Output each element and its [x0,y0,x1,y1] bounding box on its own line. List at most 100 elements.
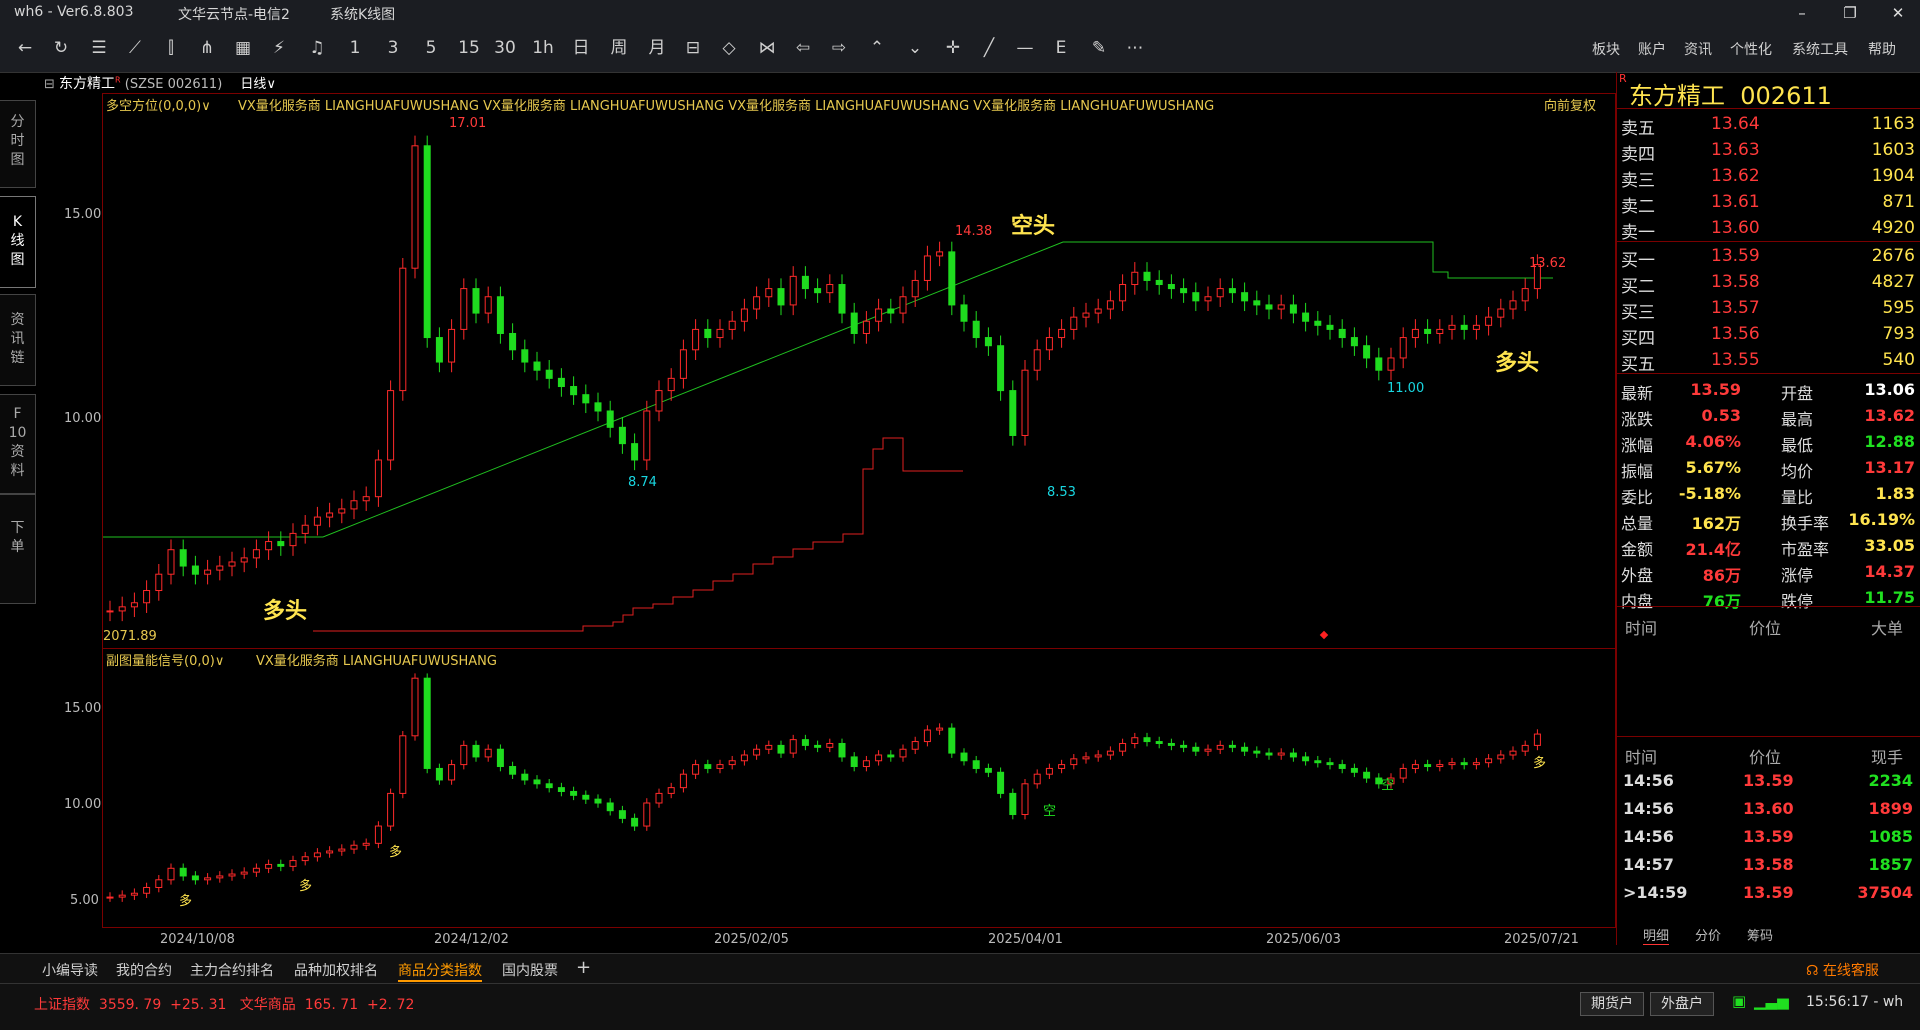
candle-body [460,288,468,330]
candle-body [850,312,858,334]
down-icon[interactable]: ⌄ [900,35,930,61]
candle-body [1021,783,1029,816]
period-15[interactable]: 15 [454,35,484,61]
candle-body [374,825,382,844]
bid-row[interactable]: 买一 13.59 2676 [1617,244,1917,271]
period-1h[interactable]: 1h [528,35,558,61]
label-start-low: 2071.89 [103,629,157,644]
menu-help[interactable]: 帮助 [1868,39,1896,59]
right-arrow-icon[interactable]: ⇨ [824,35,854,61]
period-5[interactable]: 5 [416,35,446,61]
menu-tools[interactable]: 系统工具 [1792,39,1848,59]
period-1[interactable]: 1 [340,35,370,61]
menu-news[interactable]: 资讯 [1684,39,1712,59]
tab-chips[interactable]: 筹码 [1747,925,1773,944]
candle-body [1460,762,1468,766]
more-icon[interactable]: ⋯ [1120,35,1150,61]
candle-icon[interactable]: ⫿ [156,35,186,61]
bid-row[interactable]: 买二 13.58 4827 [1617,270,1917,297]
candle-body [1106,300,1114,310]
period-week[interactable]: 周 [604,35,634,61]
bid-row[interactable]: 买四 13.56 793 [1617,322,1917,349]
bell-icon[interactable]: ♫ [302,35,332,61]
candle-body [350,500,358,510]
line-chart-icon[interactable]: ⟋ [120,35,150,61]
candle-body [1106,750,1114,756]
back-icon[interactable]: ← [10,35,40,61]
tab-kline[interactable]: K 线 图 [0,196,36,288]
menu-personalize[interactable]: 个性化 [1730,39,1772,59]
list-icon[interactable]: ☰ [84,35,114,61]
btab-main-rank[interactable]: 主力合约排名 [190,960,274,980]
tab-timeshare[interactable]: 分 时 图 [0,100,36,188]
candle-body [1143,271,1151,281]
tab-order[interactable]: 下 单 [0,494,36,604]
candle-body [777,744,785,754]
custom-period-icon[interactable]: ⊟ [678,35,708,61]
stat-row: 振幅 5.67% 均价 13.17 [1621,458,1915,481]
tab-price-dist[interactable]: 分价 [1695,925,1721,944]
btab-guide[interactable]: 小编导读 [42,960,98,980]
bid-price: 13.56 [1711,324,1760,344]
close-icon[interactable]: ✕ [1878,2,1918,24]
up-icon[interactable]: ⌃ [862,35,892,61]
ask-row[interactable]: 卖五 13.64 1163 [1617,112,1917,139]
tab-detail[interactable]: 明细 [1643,925,1670,945]
ask-volume: 4920 [1871,218,1915,238]
foreign-account-button[interactable]: 外盘户 [1650,992,1714,1016]
grid-icon[interactable]: ▦ [228,35,258,61]
btab-domestic-stocks[interactable]: 国内股票 [502,960,558,980]
candle-body [631,817,639,827]
restore-icon[interactable]: ❐ [1830,2,1870,24]
candle-body [594,798,602,804]
ask-row[interactable]: 卖四 13.63 1603 [1617,138,1917,165]
period-day[interactable]: 日 [566,35,596,61]
eraser-icon[interactable]: ✎ [1084,35,1114,61]
futures-account-button[interactable]: 期货户 [1580,992,1644,1016]
menu-account[interactable]: 账户 [1638,39,1666,59]
period-30[interactable]: 30 [490,35,520,61]
candle-body [716,328,724,339]
add-tab-button[interactable]: + [576,957,591,978]
bid-row[interactable]: 买五 13.55 540 [1617,348,1917,375]
btab-weighted-rank[interactable]: 品种加权排名 [294,960,378,980]
menu-sector[interactable]: 板块 [1592,39,1620,59]
index-sh[interactable]: 上证指数 3559. 79 +25. 31 文华商品 165. 71 +2. 7… [34,994,414,1014]
ask-label: 卖五 [1621,119,1655,139]
candle-body [240,557,248,563]
candle-body [948,727,956,754]
candle-body [1521,744,1529,752]
quote-flag: R [1619,72,1627,85]
collapse-icon[interactable]: ⊟ [44,77,55,92]
candle-body [460,744,468,766]
draw-line-icon[interactable]: ╱ [974,35,1004,61]
ask-row[interactable]: 卖三 13.62 1904 [1617,164,1917,191]
y-tick-10: 10.00 [64,411,102,426]
period-3[interactable]: 3 [378,35,408,61]
candle-body [545,369,553,379]
candle-body [143,886,151,894]
text-icon[interactable]: Ε [1046,35,1076,61]
label-duotou-right: 多头 [1495,350,1539,376]
refresh-icon[interactable]: ↻ [46,35,76,61]
lightning-icon[interactable]: ⚡ [264,35,294,61]
btab-commodity-index[interactable]: 商品分类指数 [398,960,482,982]
period-month[interactable]: 月 [642,35,672,61]
tab-news-chain[interactable]: 资 讯 链 [0,294,36,386]
btab-my-contracts[interactable]: 我的合约 [116,960,172,980]
period-select[interactable]: 日线∨ [240,77,276,92]
minimize-icon[interactable]: – [1782,2,1822,24]
server-node[interactable]: 文华云节点-电信2 [178,4,290,24]
bid-row[interactable]: 买三 13.57 595 [1617,296,1917,323]
online-service[interactable]: ☊ 在线客服 [1806,960,1879,980]
left-arrow-icon[interactable]: ⇦ [788,35,818,61]
hline-icon[interactable]: — [1010,35,1040,61]
indicator-icon[interactable]: ⋔ [192,35,222,61]
ask-row[interactable]: 卖一 13.60 4920 [1617,216,1917,243]
cross-icon[interactable]: ✛ [938,35,968,61]
tab-f10[interactable]: F 10 资 料 [0,394,36,494]
zoom-icon[interactable]: ◇ [714,35,744,61]
ask-row[interactable]: 卖二 13.61 871 [1617,190,1917,217]
shrink-icon[interactable]: ⋈ [752,35,782,61]
candle-body [1472,762,1480,766]
